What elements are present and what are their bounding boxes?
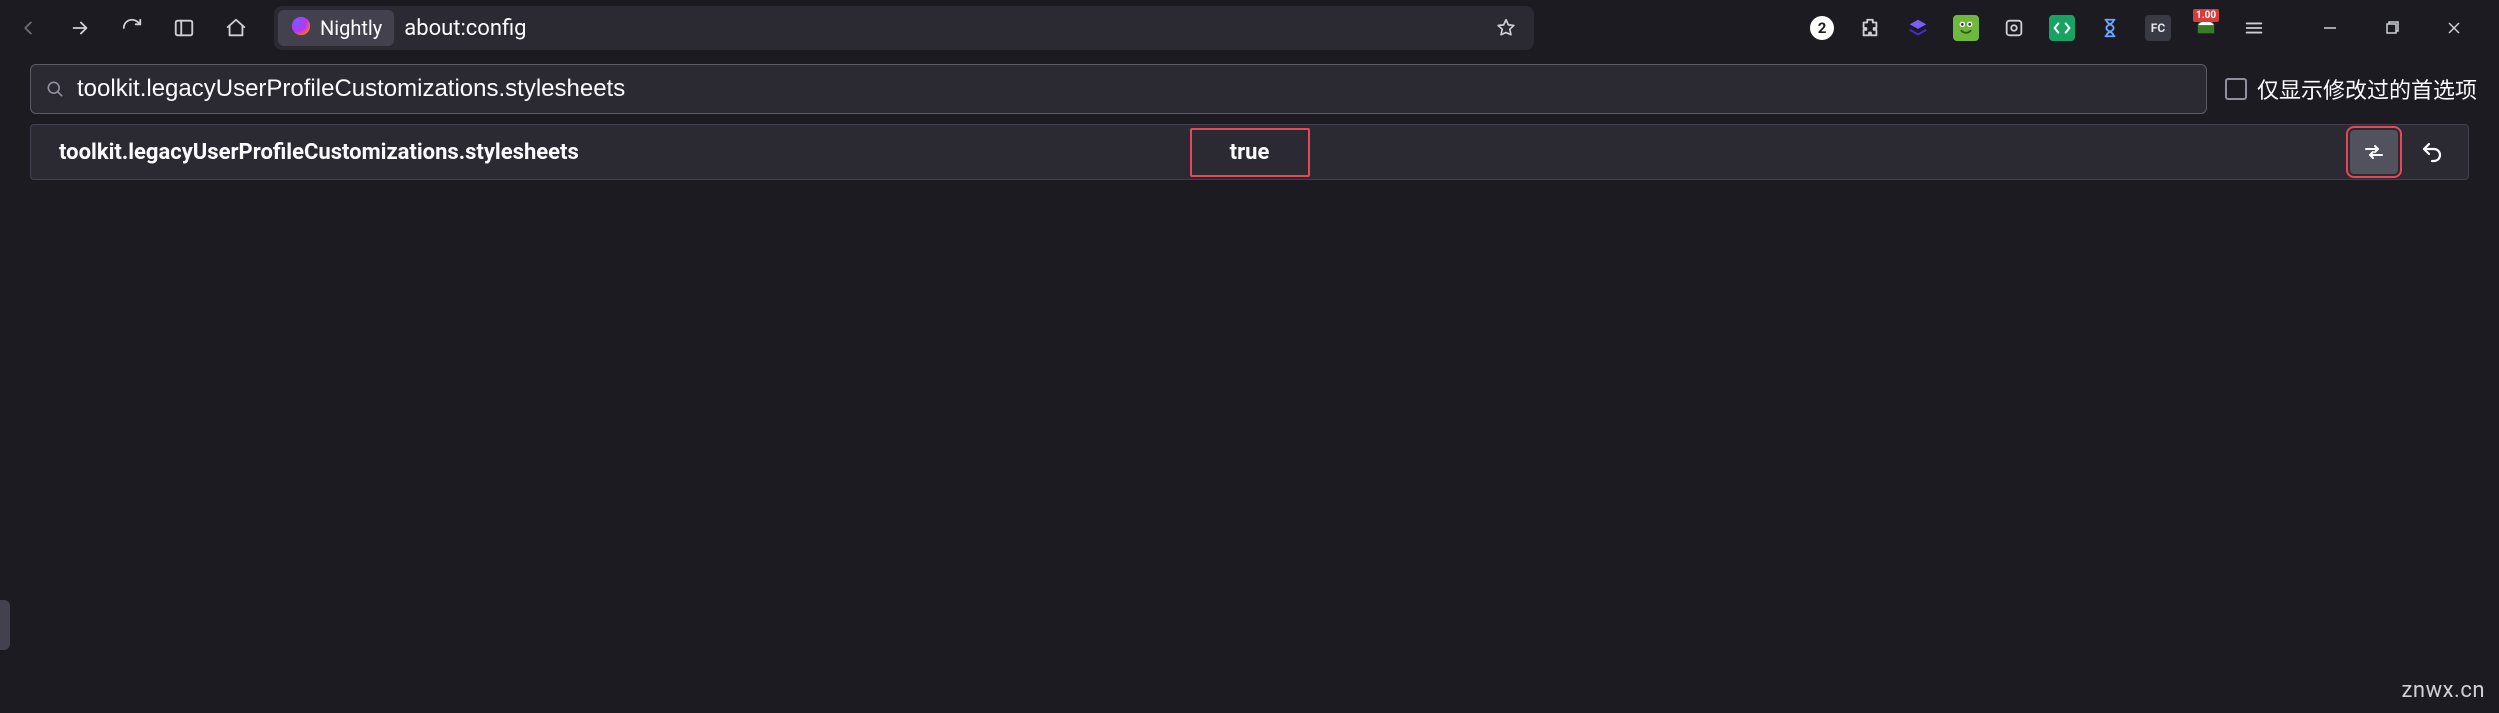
left-edge-handle[interactable] bbox=[0, 600, 10, 650]
reset-value-button[interactable] bbox=[2408, 130, 2456, 174]
preference-value: true bbox=[1190, 128, 1310, 177]
window-controls bbox=[2299, 6, 2485, 50]
preferences-filter-row: 仅显示修改过的首选项 bbox=[0, 56, 2499, 124]
extension-container-icon[interactable] bbox=[1993, 8, 2035, 48]
url-text: about:config bbox=[404, 16, 1486, 41]
identity-box[interactable]: Nightly bbox=[278, 10, 394, 46]
show-modified-only-label: 仅显示修改过的首选项 bbox=[2257, 73, 2477, 105]
extension-flag-icon[interactable]: 1.00 bbox=[2185, 8, 2227, 48]
preference-value-wrap: true bbox=[1190, 128, 1310, 177]
preference-search-box[interactable] bbox=[30, 64, 2207, 114]
back-button[interactable] bbox=[6, 8, 50, 48]
preference-row-actions bbox=[2350, 130, 2456, 174]
notification-count: 2 bbox=[1810, 16, 1834, 40]
forward-button[interactable] bbox=[58, 8, 102, 48]
watermark-text: znwx.cn bbox=[2402, 678, 2485, 703]
extension-purple-icon[interactable] bbox=[1897, 8, 1939, 48]
undo-icon bbox=[2420, 140, 2444, 164]
search-icon bbox=[45, 79, 65, 99]
app-menu-button[interactable] bbox=[2233, 8, 2275, 48]
toggle-value-button[interactable] bbox=[2350, 130, 2398, 174]
preferences-results: toolkit.legacyUserProfileCustomizations.… bbox=[0, 124, 2499, 180]
firefox-nightly-icon bbox=[290, 15, 312, 42]
preference-name: toolkit.legacyUserProfileCustomizations.… bbox=[59, 140, 579, 165]
extension-devtools-icon[interactable] bbox=[2041, 8, 2083, 48]
home-button[interactable] bbox=[214, 8, 258, 48]
extension-hourglass-icon[interactable] bbox=[2089, 8, 2131, 48]
extension-frog-icon[interactable] bbox=[1945, 8, 1987, 48]
reload-button[interactable] bbox=[110, 8, 154, 48]
flag-badge: 1.00 bbox=[2193, 9, 2219, 22]
preference-search-input[interactable] bbox=[77, 75, 2192, 103]
sidebar-toggle-button[interactable] bbox=[162, 8, 206, 48]
extensions-button[interactable] bbox=[1849, 8, 1891, 48]
browser-toolbar: Nightly about:config 2 bbox=[0, 0, 2499, 56]
swap-arrows-icon bbox=[2362, 140, 2386, 164]
toolbar-right-cluster: 2 bbox=[1801, 6, 2489, 50]
url-bar[interactable]: Nightly about:config bbox=[274, 6, 1534, 50]
window-close-button[interactable] bbox=[2423, 6, 2485, 50]
identity-label: Nightly bbox=[320, 16, 382, 40]
notification-badge-button[interactable]: 2 bbox=[1801, 8, 1843, 48]
bookmark-star-button[interactable] bbox=[1486, 8, 1526, 48]
window-minimize-button[interactable] bbox=[2299, 6, 2361, 50]
preference-row: toolkit.legacyUserProfileCustomizations.… bbox=[30, 124, 2469, 180]
window-maximize-button[interactable] bbox=[2361, 6, 2423, 50]
show-modified-only-toggle[interactable]: 仅显示修改过的首选项 bbox=[2225, 73, 2483, 105]
checkbox-icon bbox=[2225, 78, 2247, 100]
extension-fc-icon[interactable]: FC bbox=[2137, 8, 2179, 48]
